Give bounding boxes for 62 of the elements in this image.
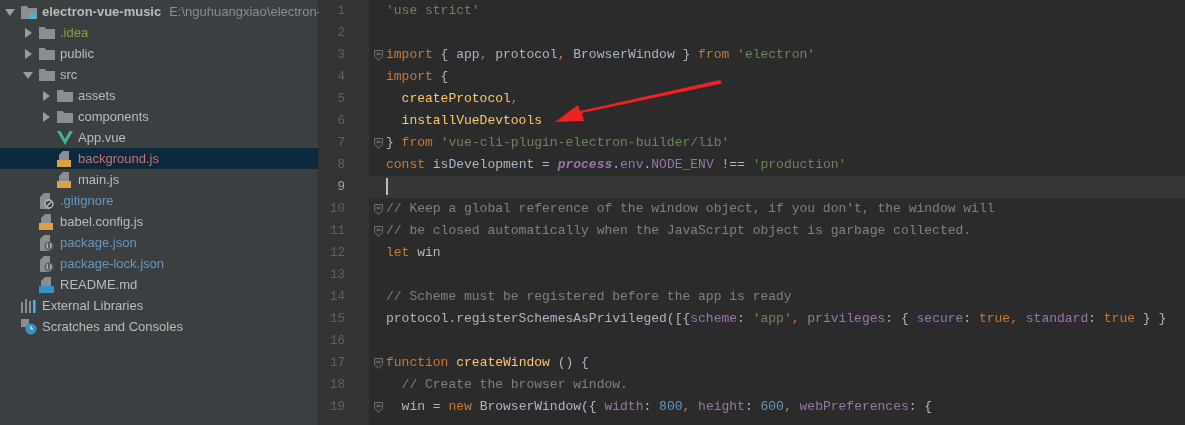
collapsed-caret-icon[interactable] — [23, 48, 33, 59]
js-file-icon — [57, 171, 73, 188]
code-line: 'use strict' — [386, 2, 481, 20]
code-line: import { app, protocol, BrowserWindow } from 'electron' — [386, 46, 817, 64]
collapsed-caret-icon[interactable] — [41, 111, 51, 122]
code-line: protocol.registerSchemesAsPrivileged([{scheme: 'app', privileges: { secure: true, standard: true } } — [386, 310, 1168, 328]
code-line: createProtocol, — [400, 90, 520, 108]
tree-item[interactable]: Scratches and Consoles — [0, 316, 318, 337]
tree-item[interactable]: public — [0, 43, 318, 64]
code-line: import { — [386, 68, 450, 86]
json-file-icon — [39, 234, 55, 251]
fold-icon[interactable] — [374, 137, 383, 149]
bars-icon — [21, 298, 37, 313]
text-cursor — [386, 178, 388, 196]
expanded-caret-icon[interactable] — [5, 6, 15, 17]
blocked-file-icon — [39, 192, 55, 209]
tree-item[interactable]: package.json — [0, 232, 318, 253]
code-line: installVueDevtools — [400, 112, 544, 130]
code-line: // Create the browser window. — [400, 376, 629, 394]
collapsed-caret-icon[interactable] — [41, 90, 51, 101]
line-number: 9 — [336, 180, 345, 194]
fold-icon[interactable] — [374, 357, 383, 369]
code-line: function createWindow () { — [386, 354, 590, 372]
folder-icon — [57, 110, 73, 123]
js-file-icon — [57, 150, 73, 167]
tree-item[interactable]: src — [0, 64, 318, 85]
collapsed-caret-icon[interactable] — [23, 27, 33, 38]
tree-item[interactable]: assets — [0, 85, 318, 106]
tree-item[interactable]: App.vue — [0, 127, 318, 148]
tree-item[interactable]: package-lock.json — [0, 253, 318, 274]
v-shape-icon — [57, 130, 73, 145]
code-line: // Keep a global reference of the window object, if you don't, the window will — [386, 200, 996, 218]
code-line: } from 'vue-cli-plugin-electron-builder/lib' — [386, 134, 731, 152]
expanded-caret-icon[interactable] — [23, 69, 33, 80]
tree-item[interactable]: README.md — [0, 274, 318, 295]
tree-item[interactable]: components — [0, 106, 318, 127]
code-line: let win — [386, 244, 442, 262]
code-line: const isDevelopment = process.env.NODE_ENV !== 'production' — [386, 156, 848, 174]
folder-icon — [39, 68, 55, 81]
json-file-icon — [39, 255, 55, 272]
folder-icon — [39, 47, 55, 60]
fold-icon[interactable] — [374, 49, 383, 61]
tree-item[interactable]: background.js — [0, 148, 318, 169]
tree-item[interactable]: babel.config.js — [0, 211, 318, 232]
tree-item[interactable]: External Libraries — [0, 295, 318, 316]
folder-icon — [57, 89, 73, 102]
fold-icon[interactable] — [374, 401, 383, 413]
tree-item[interactable]: electron-vue-music E:\nguhuangxiao\electron- — [0, 1, 318, 22]
js-file-icon — [39, 213, 55, 230]
code-line: win = new BrowserWindow({ width: 800, height: 600, webPreferences: { — [400, 398, 934, 416]
md-file-icon — [39, 276, 55, 293]
tree-item[interactable]: .gitignore — [0, 190, 318, 211]
module-folder-icon — [21, 4, 37, 19]
folder-icon — [39, 26, 55, 39]
tree-item[interactable]: .idea — [0, 22, 318, 43]
code-line: // Scheme must be registered before the app is ready — [386, 288, 793, 306]
fold-icon[interactable] — [374, 203, 383, 215]
code-line: // be closed automatically when the JavaScript object is garbage collected. — [386, 222, 973, 240]
clock-file-icon — [21, 318, 37, 335]
tree-item[interactable]: main.js — [0, 169, 318, 190]
path-label: E:\nguhuangxiao\electron- — [169, 4, 321, 19]
fold-icon[interactable] — [374, 225, 383, 237]
